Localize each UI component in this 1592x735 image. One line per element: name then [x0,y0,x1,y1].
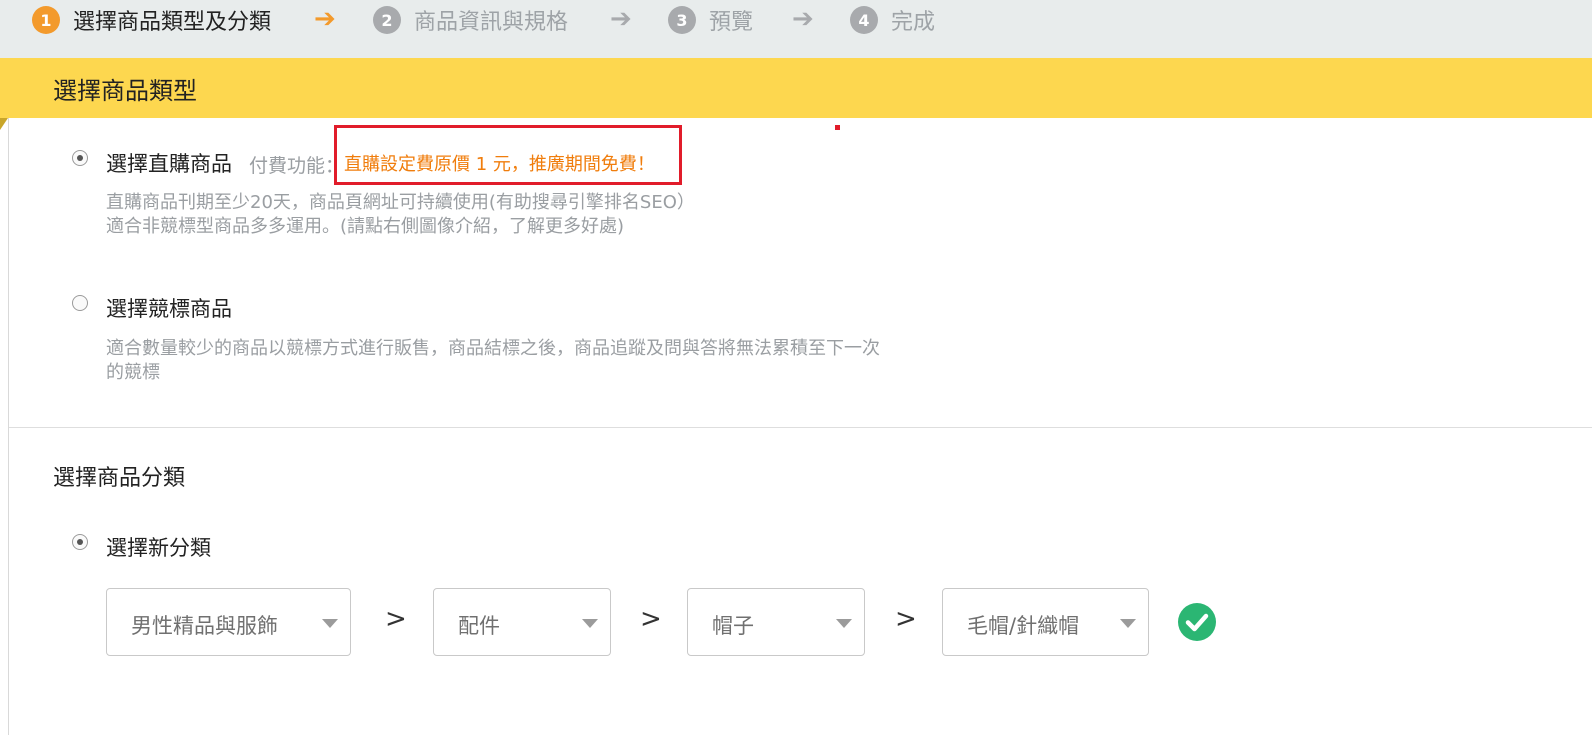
step-2: 2 商品資訊與規格 [373,5,568,35]
dropdown-caret-icon [322,619,338,628]
step-1-label: 選擇商品類型及分類 [73,10,272,35]
direct-purchase-description: 直購商品刊期至少20天，商品頁網址可持續使用(有助搜尋引擎排名SEO） 適合非競… [106,191,695,239]
step-arrow-icon: ➔ [314,4,336,34]
direct-purchase-radio[interactable] [72,150,88,166]
category-separator: > [385,604,407,634]
step-4-number: 4 [850,6,878,34]
step-3-label: 預覽 [709,10,754,35]
progress-stepper: 1 選擇商品類型及分類 ➔ 2 商品資訊與規格 ➔ 3 預覽 ➔ 4 完成 [0,0,1592,58]
step-arrow-icon: ➔ [792,4,814,34]
step-2-label: 商品資訊與規格 [414,10,569,35]
direct-purchase-desc-line-2: 適合非競標型商品多多運用。(請點右側圖像介紹，了解更多好處) [106,216,625,237]
category-level-1-select[interactable]: 男性精品與服飾 [106,588,351,656]
step-3-number: 3 [668,6,696,34]
auction-desc-line-1: 適合數量較少的商品以競標方式進行販售，商品結標之後，商品追蹤及問與答將無法累積至… [106,338,880,359]
product-type-header: 選擇商品類型 [0,58,1592,118]
auction-description: 適合數量較少的商品以競標方式進行販售，商品結標之後，商品追蹤及問與答將無法累積至… [106,337,880,385]
auction-desc-line-2: 的競標 [106,362,160,383]
direct-purchase-title[interactable]: 選擇直購商品 [106,148,232,178]
direct-purchase-desc-line-1: 直購商品刊期至少20天，商品頁網址可持續使用(有助搜尋引擎排名SEO） [106,192,695,213]
step-1-number: 1 [32,6,60,34]
product-type-title: 選擇商品類型 [53,77,197,105]
new-category-label[interactable]: 選擇新分類 [106,532,211,562]
dropdown-caret-icon [836,619,852,628]
step-2-number: 2 [373,6,401,34]
category-level-4-value: 毛帽/針織帽 [967,614,1080,638]
category-level-3-select[interactable]: 帽子 [687,588,865,656]
dropdown-caret-icon [582,619,598,628]
category-level-2-value: 配件 [458,614,500,638]
auction-radio[interactable] [72,295,88,311]
auction-title[interactable]: 選擇競標商品 [106,293,232,323]
product-category-title: 選擇商品分類 [53,466,186,491]
category-separator: > [640,604,662,634]
promo-text: 直購設定費原價 1 元，推廣期間免費！ [344,154,655,175]
dropdown-caret-icon [1120,619,1136,628]
step-3: 3 預覽 [668,5,753,35]
paid-feature-label: 付費功能： [249,155,345,177]
red-marker [835,125,840,130]
category-level-3-value: 帽子 [712,614,754,638]
header-fold-decoration [0,118,8,130]
section-divider [9,427,1592,428]
check-circle-icon [1178,603,1216,641]
category-level-1-value: 男性精品與服飾 [131,614,278,638]
step-4-label: 完成 [891,10,936,35]
category-level-2-select[interactable]: 配件 [433,588,611,656]
step-4: 4 完成 [850,5,935,35]
category-level-4-select[interactable]: 毛帽/針織帽 [942,588,1149,656]
step-1: 1 選擇商品類型及分類 [32,5,271,35]
step-arrow-icon: ➔ [610,4,632,34]
new-category-radio[interactable] [72,534,88,550]
category-separator: > [895,604,917,634]
